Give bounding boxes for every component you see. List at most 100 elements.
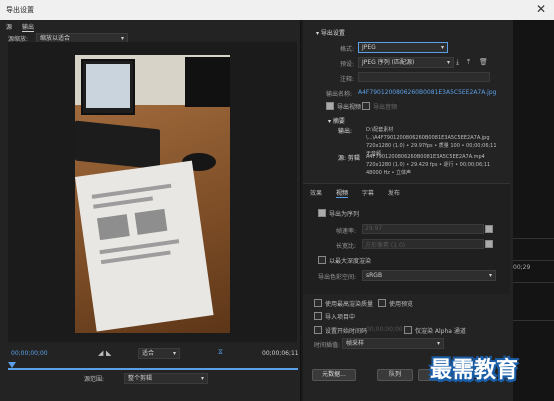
- color-space-select[interactable]: sRGB ▾: [362, 270, 496, 281]
- summary-toggle[interactable]: ▾ 摘要: [328, 116, 345, 125]
- summary-source-line: 720x1280 (1.0) • 29.429 fps • 逐行 • 00;00…: [366, 162, 491, 168]
- summary-title: 摘要: [332, 118, 345, 125]
- queue-button[interactable]: 队列: [377, 369, 413, 381]
- color-space-value: sRGB: [366, 272, 383, 279]
- timecode-start[interactable]: 00;00;00;00: [11, 350, 48, 357]
- metadata-button[interactable]: 元数据...: [312, 369, 356, 381]
- export-settings-heading: 导出设置: [320, 30, 345, 37]
- summary-source-line: 48000 Hz • 立体声: [366, 170, 412, 176]
- preset-select[interactable]: JPEG 序列 (匹配源) ▾: [358, 57, 454, 68]
- chevron-down-icon: ▾: [172, 350, 176, 357]
- window-title: 导出设置: [6, 6, 34, 14]
- safe-margin-icon[interactable]: ⧖: [218, 348, 223, 357]
- comment-input[interactable]: [358, 72, 490, 82]
- frame-rate-field: 29.97: [362, 224, 484, 234]
- chevron-down-icon: ▾: [488, 272, 492, 279]
- preset-value: JPEG 序列 (匹配源): [362, 59, 415, 66]
- timecode-end: 00;00;06;11: [262, 350, 299, 357]
- chevron-down-icon: ▾: [200, 375, 204, 382]
- tab-source[interactable]: 源: [6, 22, 12, 31]
- export-video-checkbox[interactable]: 导出视频: [326, 102, 361, 111]
- fit-value: 适合: [142, 350, 155, 357]
- side-timecode: 00;29: [513, 264, 531, 271]
- alpha-only-checkbox[interactable]: 仅渲染 Alpha 通道: [404, 326, 466, 335]
- settings-subtabs: 效果 视频 字幕 发布: [310, 188, 412, 198]
- timeline-track-line: [513, 282, 554, 283]
- checkbox-unchecked-icon: [318, 256, 326, 264]
- save-preset-icon[interactable]: ⤓: [456, 58, 459, 67]
- alpha-only-label: 仅渲染 Alpha 通道: [415, 328, 466, 335]
- delete-preset-icon[interactable]: 🗑: [479, 58, 488, 66]
- subtab-captions[interactable]: 字幕: [362, 188, 374, 197]
- output-name-link[interactable]: A4F7901200806260B0081E3A5C5EE2A7A.jpg: [358, 89, 496, 96]
- checkbox-checked-icon: [318, 209, 326, 217]
- aspect-checkbox[interactable]: [485, 240, 496, 249]
- aspect-label: 长宽比:: [336, 243, 357, 250]
- close-icon[interactable]: ✕: [536, 2, 546, 16]
- export-settings-title[interactable]: ▾ 导出设置: [316, 28, 345, 37]
- checkbox-checked-icon: [485, 225, 493, 233]
- summary-source-block: A4F7901200806260B0081E3A5C5EE2A7A.mp4 72…: [366, 153, 506, 177]
- source-range-label: 源范围:: [84, 376, 105, 383]
- start-timecode-checkbox[interactable]: 设置开始时间码: [314, 326, 367, 335]
- format-label: 格式:: [340, 46, 355, 53]
- use-preview-label: 使用预览: [389, 301, 414, 308]
- timeline-track-line: [513, 260, 554, 261]
- time-interp-select[interactable]: 帧采样 ▾: [342, 338, 444, 349]
- export-sequence-checkbox[interactable]: 导出为序列: [318, 209, 359, 218]
- playhead-handle[interactable]: [8, 362, 16, 368]
- checkbox-unchecked-icon: [314, 312, 322, 320]
- source-range-select[interactable]: 整个剪辑 ▾: [124, 373, 208, 384]
- subtab-video[interactable]: 视频: [335, 188, 348, 198]
- fit-select[interactable]: 适合 ▾: [138, 348, 180, 359]
- photo-papers: [75, 160, 214, 332]
- checkbox-checked-icon: [326, 102, 334, 110]
- checkbox-unchecked-icon: [314, 299, 322, 307]
- format-value: JPEG: [362, 44, 376, 51]
- summary-output-line: D:\配套素材\...\A4F7901200806260B0081E3A5C5E…: [366, 127, 490, 141]
- max-quality-label: 使用最高渲染质量: [325, 301, 374, 308]
- frame-rate-checkbox[interactable]: [485, 225, 496, 234]
- paper-figure: [96, 214, 130, 241]
- format-select[interactable]: JPEG ▾: [358, 42, 448, 53]
- background-panel: 00;29: [513, 20, 554, 401]
- import-project-label: 导入项目中: [325, 314, 356, 321]
- import-project-checkbox[interactable]: 导入项目中: [314, 312, 355, 321]
- checkbox-unchecked-icon: [404, 326, 412, 334]
- checkbox-unchecked-icon: [314, 326, 322, 334]
- summary-output-line: 720x1280 (1.0) • 29.97fps • 质量 100 • 00;…: [366, 143, 497, 149]
- paper-text-line: [93, 196, 154, 209]
- aspect-field: 方形像素 (1.0): [362, 239, 484, 249]
- max-depth-checkbox[interactable]: 以最大深度渲染: [318, 256, 371, 265]
- watermark-logo: 最需教育: [430, 358, 519, 383]
- summary-output-label: 输出:: [338, 128, 353, 135]
- output-name-label: 输出名称:: [326, 91, 353, 98]
- paper-figure: [134, 208, 168, 235]
- title-bar: 导出设置 ✕: [0, 0, 554, 20]
- subtab-effects[interactable]: 效果: [310, 188, 322, 197]
- preview-image: [75, 55, 230, 333]
- mark-in-icon[interactable]: ◢: [98, 349, 103, 357]
- photo-monitor: [81, 59, 135, 115]
- source-range-value: 整个剪辑: [128, 375, 153, 382]
- chevron-down-icon: ▾: [436, 340, 440, 347]
- export-video-label: 导出视频: [337, 104, 362, 111]
- start-timecode-label: 设置开始时间码: [325, 328, 368, 335]
- summary-source-label: 源: 剪辑: [338, 155, 360, 162]
- summary-source-line: A4F7901200806260B0081E3A5C5EE2A7A.mp4: [366, 154, 485, 160]
- timeline-track[interactable]: [8, 368, 298, 370]
- time-interp-value: 帧采样: [346, 340, 365, 347]
- mark-out-icon[interactable]: ◣: [106, 349, 111, 357]
- tab-output[interactable]: 输出: [21, 22, 34, 32]
- time-interp-label: 时间插值:: [314, 342, 341, 349]
- checkbox-unchecked-icon: [362, 102, 370, 110]
- chevron-down-icon: ▾: [440, 44, 444, 51]
- max-quality-checkbox[interactable]: 使用最高渲染质量: [314, 299, 373, 308]
- import-preset-icon[interactable]: ⤒: [467, 58, 470, 67]
- use-preview-checkbox[interactable]: 使用预览: [378, 299, 413, 308]
- frame-rate-label: 帧速率:: [336, 228, 357, 235]
- subtab-publish[interactable]: 发布: [388, 188, 400, 197]
- timeline-track-line: [513, 320, 554, 321]
- source-scale-value: 缩放以适合: [40, 35, 71, 42]
- export-audio-checkbox[interactable]: 导出音频: [362, 102, 397, 111]
